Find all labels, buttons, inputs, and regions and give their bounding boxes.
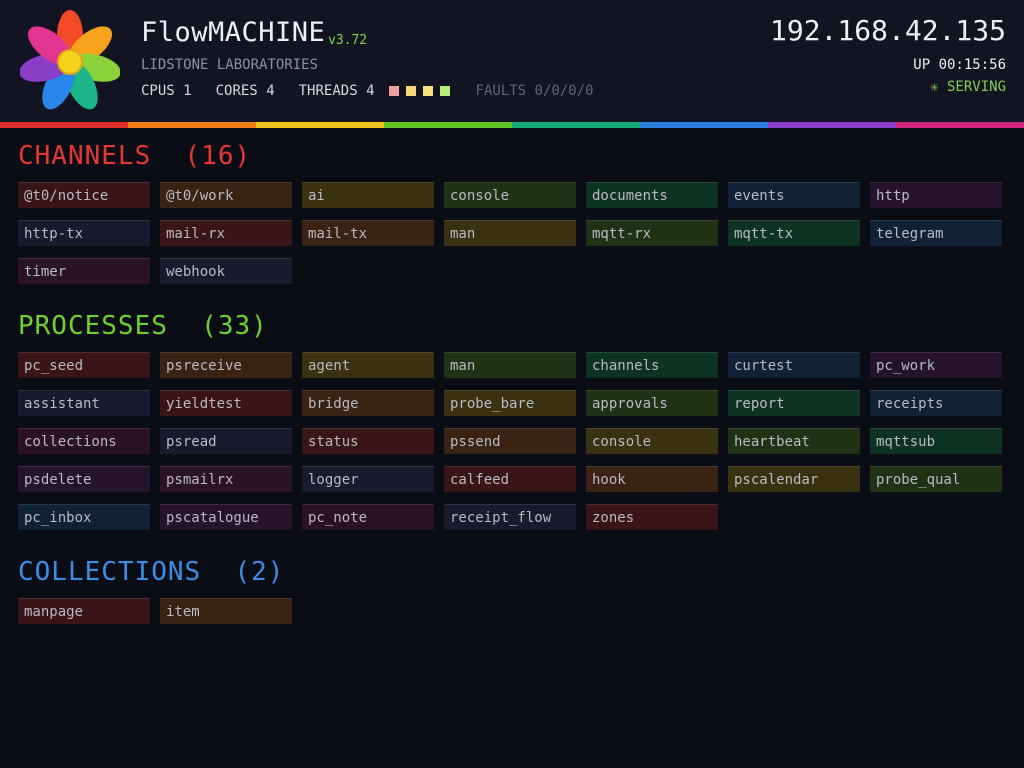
thread-indicator <box>388 86 399 96</box>
rainbow-segment <box>384 122 512 128</box>
processes-tile[interactable]: pscatalogue <box>160 504 292 530</box>
channels-tile[interactable]: mqtt-tx <box>728 220 860 246</box>
processes-tile[interactable]: pc_work <box>870 352 1002 378</box>
processes-title: PROCESSES (33) <box>18 311 268 341</box>
rainbow-segment <box>640 122 768 128</box>
processes-tile[interactable]: psreceive <box>160 352 292 378</box>
processes-tile[interactable]: approvals <box>586 390 718 416</box>
rainbow-segment <box>256 122 384 128</box>
rainbow-segment <box>768 122 896 128</box>
processes-tile[interactable]: mqttsub <box>870 428 1002 454</box>
processes-tile[interactable]: curtest <box>728 352 860 378</box>
thread-indicator <box>439 86 450 96</box>
channels-tile[interactable]: man <box>444 220 576 246</box>
header-bar: FlowMACHINE v3.72 LIDSTONE LABORATORIES … <box>0 0 1024 122</box>
processes-tile[interactable]: receipt_flow <box>444 504 576 530</box>
processes-tile[interactable]: logger <box>302 466 434 492</box>
processes-tile[interactable]: status <box>302 428 434 454</box>
processes-tile[interactable]: collections <box>18 428 150 454</box>
processes-tile[interactable]: pc_inbox <box>18 504 150 530</box>
processes-tile[interactable]: man <box>444 352 576 378</box>
channels-tile[interactable]: mqtt-rx <box>586 220 718 246</box>
channels-tile[interactable]: telegram <box>870 220 1002 246</box>
channels-tile[interactable]: http-tx <box>18 220 150 246</box>
processes-tile[interactable]: report <box>728 390 860 416</box>
uptime: UP 00:15:56 <box>913 57 1006 73</box>
processes-tile[interactable]: pc_seed <box>18 352 150 378</box>
channels-tile[interactable]: @t0/work <box>160 182 292 208</box>
processes-tile[interactable]: receipts <box>870 390 1002 416</box>
serving-status: ✳ SERVING <box>930 79 1006 95</box>
processes-tile[interactable]: psdelete <box>18 466 150 492</box>
channels-tile[interactable]: events <box>728 182 860 208</box>
processes-tile[interactable]: pscalendar <box>728 466 860 492</box>
channels-tile[interactable]: ai <box>302 182 434 208</box>
flower-logo-icon <box>20 10 120 110</box>
company-name: LIDSTONE LABORATORIES <box>141 57 319 73</box>
processes-tile[interactable]: probe_qual <box>870 466 1002 492</box>
processes-tile[interactable]: pssend <box>444 428 576 454</box>
collections-tile[interactable]: manpage <box>18 598 150 624</box>
channels-tile[interactable]: http <box>870 182 1002 208</box>
processes-tile[interactable]: yieldtest <box>160 390 292 416</box>
thread-indicator <box>405 86 416 96</box>
processes-tile[interactable]: psread <box>160 428 292 454</box>
processes-tile[interactable]: agent <box>302 352 434 378</box>
processes-tile[interactable]: assistant <box>18 390 150 416</box>
processes-tile[interactable]: calfeed <box>444 466 576 492</box>
app-name: FlowMACHINE <box>141 17 326 48</box>
channels-tile[interactable]: mail-tx <box>302 220 434 246</box>
collections-tile[interactable]: item <box>160 598 292 624</box>
rainbow-segment <box>896 122 1024 128</box>
rainbow-segment <box>0 122 128 128</box>
channels-tile[interactable]: documents <box>586 182 718 208</box>
processes-tile[interactable]: bridge <box>302 390 434 416</box>
rainbow-segment <box>512 122 640 128</box>
faults-counter: FAULTS 0/0/0/0 <box>475 83 594 99</box>
cpus-stat: CPUS 1 <box>141 83 192 99</box>
channels-tile[interactable]: mail-rx <box>160 220 292 246</box>
rainbow-segment <box>128 122 256 128</box>
processes-tile[interactable]: pc_note <box>302 504 434 530</box>
processes-tile[interactable]: channels <box>586 352 718 378</box>
channels-tile[interactable]: console <box>444 182 576 208</box>
channels-title: CHANNELS (16) <box>18 141 252 171</box>
processes-tile[interactable]: hook <box>586 466 718 492</box>
processes-tile[interactable]: console <box>586 428 718 454</box>
processes-tile[interactable]: probe_bare <box>444 390 576 416</box>
collections-title: COLLECTIONS (2) <box>18 557 285 587</box>
thread-indicators <box>388 86 450 96</box>
channels-tile[interactable]: timer <box>18 258 150 284</box>
thread-indicator <box>422 86 433 96</box>
channels-tile[interactable]: webhook <box>160 258 292 284</box>
channels-tile[interactable]: @t0/notice <box>18 182 150 208</box>
threads-stat: THREADS 4 <box>298 83 375 99</box>
ip-address: 192.168.42.135 <box>769 14 1006 47</box>
app-version: v3.72 <box>328 33 368 48</box>
rainbow-divider <box>0 122 1024 128</box>
processes-tile[interactable]: psmailrx <box>160 466 292 492</box>
processes-tile[interactable]: zones <box>586 504 718 530</box>
system-stats: CPUS 1 CORES 4 THREADS 4 FAULTS 0/0/0/0 <box>141 83 594 99</box>
processes-tile[interactable]: heartbeat <box>728 428 860 454</box>
cores-stat: CORES 4 <box>215 83 275 99</box>
